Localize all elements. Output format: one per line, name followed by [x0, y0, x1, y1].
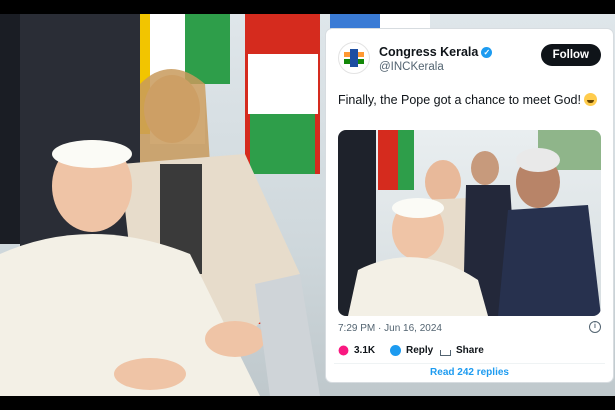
follow-button[interactable]: Follow	[540, 44, 601, 66]
account-avatar[interactable]	[338, 42, 370, 74]
reply-label: Reply	[406, 345, 434, 356]
tweet-card: Congress Kerala ✓ @INCKerala Follow Final…	[326, 29, 613, 382]
tweet-image-art	[338, 130, 601, 316]
like-button[interactable]: 3.1K	[338, 345, 375, 356]
tweet-text-row: Finally, the Pope got a chance to meet G…	[338, 93, 598, 107]
tweet-actions: 3.1K Reply Share	[338, 345, 601, 361]
share-label: Share	[456, 345, 484, 356]
laughing-emoji-icon	[584, 93, 598, 106]
tweet-image[interactable]	[338, 130, 601, 316]
reply-bubble-icon	[390, 345, 401, 356]
tweet-timestamp[interactable]: 7:29 PM · Jun 16, 2024	[338, 323, 442, 334]
bottom-letterbox	[0, 396, 615, 410]
hand-logo-icon	[344, 49, 364, 67]
like-count: 3.1K	[354, 345, 376, 356]
account-name-row[interactable]: Congress Kerala ✓	[379, 45, 493, 59]
top-letterbox	[0, 0, 615, 14]
tweet-header: Congress Kerala ✓ @INCKerala Follow	[338, 42, 601, 76]
verified-badge-icon: ✓	[481, 47, 493, 58]
account-name[interactable]: Congress Kerala	[379, 45, 478, 59]
read-replies-button[interactable]: Read 242 replies	[334, 363, 605, 382]
share-button[interactable]: Share	[440, 345, 484, 356]
heart-icon	[338, 345, 349, 356]
share-icon	[440, 349, 451, 356]
tweet-text: Finally, the Pope got a chance to meet G…	[338, 93, 581, 107]
account-handle[interactable]: @INCKerala	[379, 61, 444, 73]
reply-button[interactable]: Reply	[390, 345, 433, 356]
info-icon[interactable]: i	[589, 321, 601, 333]
